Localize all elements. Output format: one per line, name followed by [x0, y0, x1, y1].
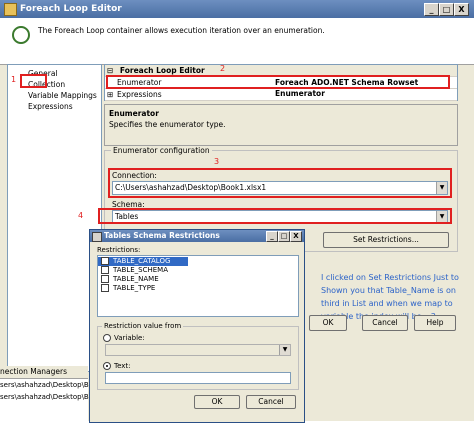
- foreach-loop-icon: [12, 26, 30, 44]
- restriction-item-label: TABLE_TYPE: [113, 284, 156, 292]
- restriction-value-legend: Restriction value from: [102, 322, 184, 330]
- text-input[interactable]: [105, 372, 291, 384]
- annotation-box-3: [108, 168, 452, 198]
- property-description: Enumerator Specifies the enumerator type…: [104, 104, 458, 146]
- dialog-cancel-button[interactable]: Cancel: [246, 395, 296, 409]
- restriction-item-label: TABLE_SCHEMA: [113, 266, 168, 274]
- restrictions-label: Restrictions:: [97, 246, 141, 254]
- sidebar-item-variable-mappings[interactable]: Variable Mappings: [8, 90, 101, 101]
- annotation-box-1: [20, 74, 47, 88]
- dialog-ok-button[interactable]: OK: [194, 395, 240, 409]
- maximize-button[interactable]: □: [439, 3, 454, 16]
- restrictions-list: TABLE_CATALOG TABLE_SCHEMA TABLE_NAME TA…: [97, 255, 299, 317]
- window-titlebar[interactable]: Foreach Loop Editor _ □ X: [0, 0, 474, 18]
- property-description-title: Enumerator: [109, 109, 159, 118]
- dialog-maximize-button[interactable]: □: [278, 231, 290, 242]
- restriction-item-table-name[interactable]: TABLE_NAME: [98, 275, 298, 284]
- text-radio[interactable]: [103, 362, 111, 370]
- text-option[interactable]: Text:: [103, 362, 131, 370]
- variable-radio[interactable]: [103, 334, 111, 342]
- sidebar: General Collection Variable Mappings Exp…: [7, 64, 102, 372]
- connection-managers-tab[interactable]: nection Managers: [0, 366, 88, 379]
- checkbox[interactable]: [101, 284, 109, 292]
- annotation-number-1: 1: [11, 75, 17, 84]
- property-section-title: Foreach Loop Editor: [119, 66, 205, 75]
- enumerator-configuration-legend: Enumerator configuration: [111, 146, 212, 155]
- dialog-minimize-button[interactable]: _: [266, 231, 278, 242]
- property-row-expressions[interactable]: ⊞ Expressions: [105, 89, 457, 101]
- text-label: Text:: [114, 362, 131, 370]
- variable-combo[interactable]: ▼: [105, 344, 291, 356]
- dialog-titlebar[interactable]: Tables Schema Restrictions _ □ X: [90, 230, 304, 242]
- chevron-down-icon[interactable]: ▼: [279, 345, 290, 355]
- description-header: The Foreach Loop container allows execut…: [0, 18, 474, 65]
- tables-schema-restrictions-dialog: Tables Schema Restrictions _ □ X Restric…: [89, 229, 305, 423]
- set-restrictions-button[interactable]: Set Restrictions...: [323, 232, 449, 248]
- expressions-label: Expressions: [117, 90, 162, 99]
- sidebar-item-expressions[interactable]: Expressions: [8, 101, 101, 112]
- dialog-title: Tables Schema Restrictions: [104, 231, 220, 240]
- annotation-number-2: 2: [220, 64, 226, 73]
- restriction-item-label: TABLE_NAME: [113, 275, 159, 283]
- collapse-icon[interactable]: ⊟: [107, 66, 113, 75]
- annotation-box-4: [98, 208, 452, 224]
- cancel-button[interactable]: Cancel: [362, 315, 408, 331]
- expand-icon[interactable]: ⊞: [107, 90, 113, 99]
- dialog-icon: [92, 232, 102, 242]
- restriction-item-table-catalog[interactable]: TABLE_CATALOG: [98, 257, 188, 266]
- close-button[interactable]: X: [454, 3, 469, 16]
- variable-option[interactable]: Variable:: [103, 334, 145, 342]
- restriction-item-label: TABLE_CATALOG: [113, 257, 171, 265]
- window-description: The Foreach Loop container allows execut…: [38, 26, 325, 35]
- ok-button[interactable]: OK: [309, 315, 347, 331]
- annotation-box-2: [106, 75, 450, 89]
- dialog-close-button[interactable]: X: [290, 231, 302, 242]
- window-title: Foreach Loop Editor: [20, 4, 122, 14]
- checkbox[interactable]: [101, 275, 109, 283]
- app-icon: [4, 3, 17, 16]
- checkbox[interactable]: [101, 257, 109, 265]
- annotation-number-3: 3: [214, 157, 220, 166]
- property-description-text: Specifies the enumerator type.: [109, 120, 226, 129]
- restriction-item-table-schema[interactable]: TABLE_SCHEMA: [98, 266, 298, 275]
- variable-label: Variable:: [114, 334, 145, 342]
- annotation-number-4: 4: [78, 211, 84, 220]
- help-button[interactable]: Help: [414, 315, 456, 331]
- minimize-button[interactable]: _: [424, 3, 439, 16]
- checkbox[interactable]: [101, 266, 109, 274]
- restriction-item-table-type[interactable]: TABLE_TYPE: [98, 284, 298, 293]
